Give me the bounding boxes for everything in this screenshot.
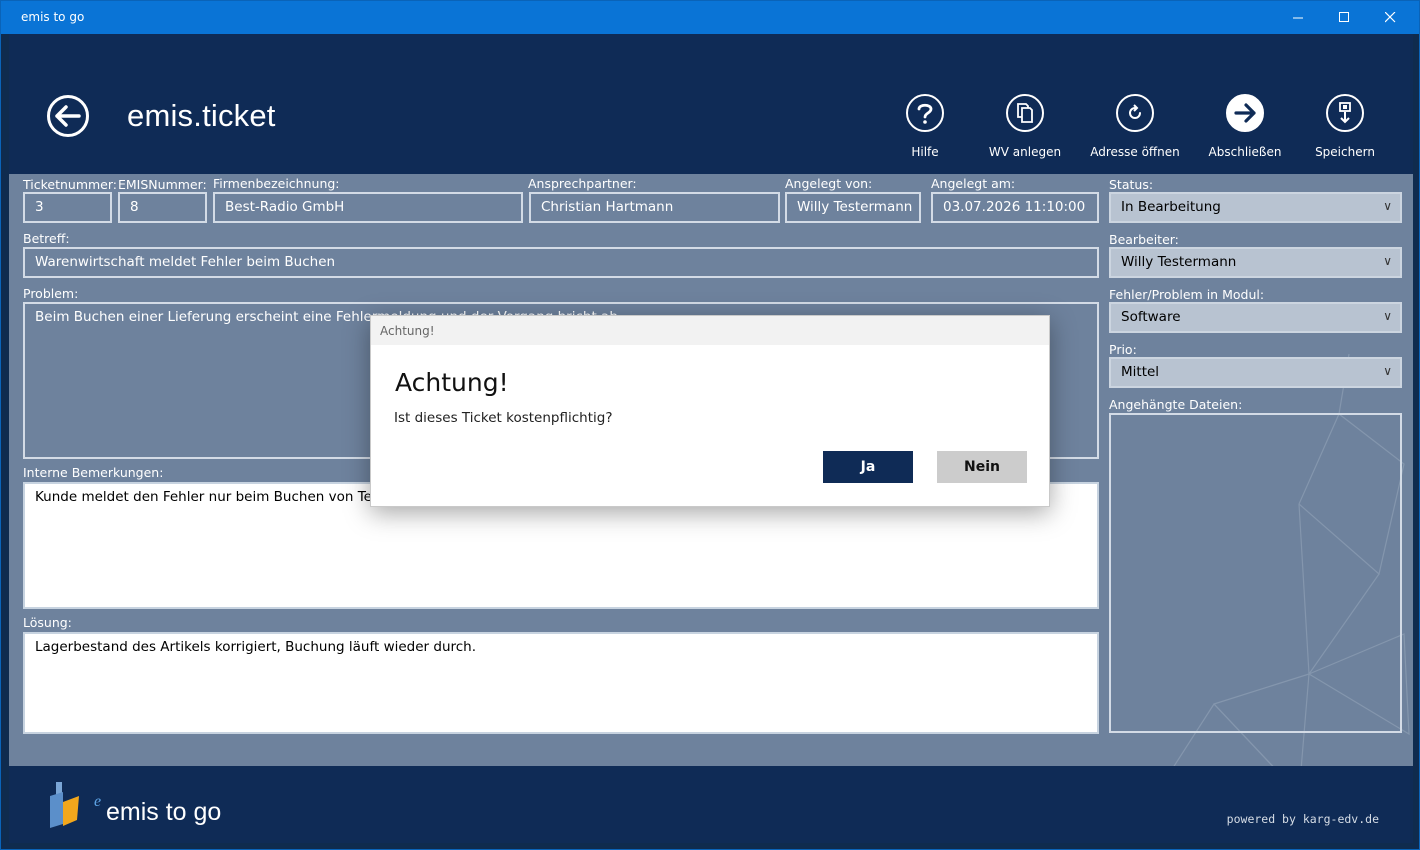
- modul-label: Fehler/Problem in Modul:: [1109, 287, 1265, 302]
- maximize-icon: [1338, 12, 1349, 22]
- page-title: emis.ticket: [127, 98, 276, 133]
- ansprechpartner-label: Ansprechpartner:: [528, 176, 637, 191]
- help-icon: [906, 94, 944, 132]
- problem-label: Problem:: [23, 286, 79, 301]
- ticketnummer-field[interactable]: 3: [23, 192, 112, 223]
- angelegt-am-label: Angelegt am:: [931, 176, 1016, 191]
- app-footer: e emis to go powered by karg-edv.de: [9, 766, 1413, 843]
- prio-value: Mittel: [1121, 364, 1160, 380]
- back-button[interactable]: [47, 95, 89, 137]
- close-button[interactable]: [1367, 1, 1413, 34]
- chevron-down-icon: ∨: [1383, 364, 1392, 378]
- betreff-field[interactable]: Warenwirtschaft meldet Fehler beim Buche…: [23, 247, 1099, 278]
- bearbeiter-value: Willy Testermann: [1121, 254, 1237, 270]
- loesung-field[interactable]: Lagerbestand des Artikels korrigiert, Bu…: [23, 632, 1099, 734]
- abschliessen-label: Abschließen: [1208, 145, 1282, 159]
- firma-label: Firmenbezeichnung:: [213, 176, 340, 191]
- adresse-oeffnen-button[interactable]: Adresse öffnen: [1085, 94, 1185, 159]
- betreff-label: Betreff:: [23, 231, 70, 246]
- modul-dropdown[interactable]: Software ∨: [1109, 302, 1402, 333]
- adresse-oeffnen-label: Adresse öffnen: [1090, 145, 1180, 159]
- angelegt-von-field[interactable]: Willy Testermann: [785, 192, 921, 223]
- minimize-icon: [1292, 17, 1303, 19]
- title-bar: emis to go: [1, 1, 1419, 34]
- maximize-button[interactable]: [1321, 1, 1367, 34]
- status-value: In Bearbeitung: [1121, 199, 1221, 215]
- abschliessen-button[interactable]: Abschließen: [1195, 94, 1295, 159]
- dialog-title-bar: Achtung!: [371, 316, 1049, 345]
- help-label: Hilfe: [911, 145, 939, 159]
- save-button[interactable]: Speichern: [1295, 94, 1395, 159]
- loesung-label: Lösung:: [23, 615, 72, 630]
- arrow-right-icon: [1226, 94, 1264, 132]
- svg-text:e: e: [94, 793, 101, 810]
- angelegt-von-label: Angelegt von:: [785, 176, 873, 191]
- wv-anlegen-button[interactable]: WV anlegen: [975, 94, 1075, 159]
- bearbeiter-label: Bearbeiter:: [1109, 232, 1179, 247]
- emisnummer-label: EMISNummer:: [118, 177, 207, 192]
- angelegt-am-field[interactable]: 03.07.2026 11:10:00: [931, 192, 1099, 223]
- prio-dropdown[interactable]: Mittel ∨: [1109, 357, 1402, 388]
- confirm-dialog: Achtung! Achtung! Ist dieses Ticket kost…: [370, 315, 1050, 507]
- status-dropdown[interactable]: In Bearbeitung ∨: [1109, 192, 1402, 223]
- chevron-down-icon: ∨: [1383, 309, 1392, 323]
- firma-field[interactable]: Best-Radio GmbH: [213, 192, 523, 223]
- ticketnummer-label: Ticketnummer:: [23, 177, 118, 192]
- dialog-message: Ist dieses Ticket kostenpflichtig?: [394, 410, 613, 426]
- dateien-list[interactable]: [1109, 413, 1402, 733]
- refresh-icon: [1116, 94, 1154, 132]
- dialog-heading: Achtung!: [395, 368, 509, 397]
- save-icon: [1326, 94, 1364, 132]
- logo-icon: [50, 782, 79, 828]
- arrow-left-icon: [55, 105, 81, 127]
- prio-label: Prio:: [1109, 342, 1137, 357]
- save-label: Speichern: [1315, 145, 1375, 159]
- close-icon: [1384, 12, 1395, 23]
- dateien-label: Angehängte Dateien:: [1109, 397, 1243, 412]
- status-label: Status:: [1109, 177, 1154, 192]
- copy-icon: [1006, 94, 1044, 132]
- chevron-down-icon: ∨: [1383, 254, 1392, 268]
- help-button[interactable]: Hilfe: [875, 94, 975, 159]
- wv-anlegen-label: WV anlegen: [988, 145, 1062, 159]
- footer-brand: emis to go: [106, 798, 222, 826]
- ansprechpartner-field[interactable]: Christian Hartmann: [529, 192, 780, 223]
- bearbeiter-dropdown[interactable]: Willy Testermann ∨: [1109, 247, 1402, 278]
- emisnummer-field[interactable]: 8: [118, 192, 207, 223]
- no-button[interactable]: Nein: [937, 451, 1027, 483]
- chevron-down-icon: ∨: [1383, 199, 1392, 213]
- app-header: emis.ticket Hilfe WV anlegen Adresse öff…: [9, 34, 1413, 174]
- modul-value: Software: [1121, 309, 1181, 325]
- powered-by: powered by karg-edv.de: [1226, 812, 1379, 826]
- minimize-button[interactable]: [1275, 1, 1321, 34]
- interne-bemerkungen-label: Interne Bemerkungen:: [23, 465, 164, 480]
- yes-button[interactable]: Ja: [823, 451, 913, 483]
- window-title: emis to go: [21, 10, 85, 24]
